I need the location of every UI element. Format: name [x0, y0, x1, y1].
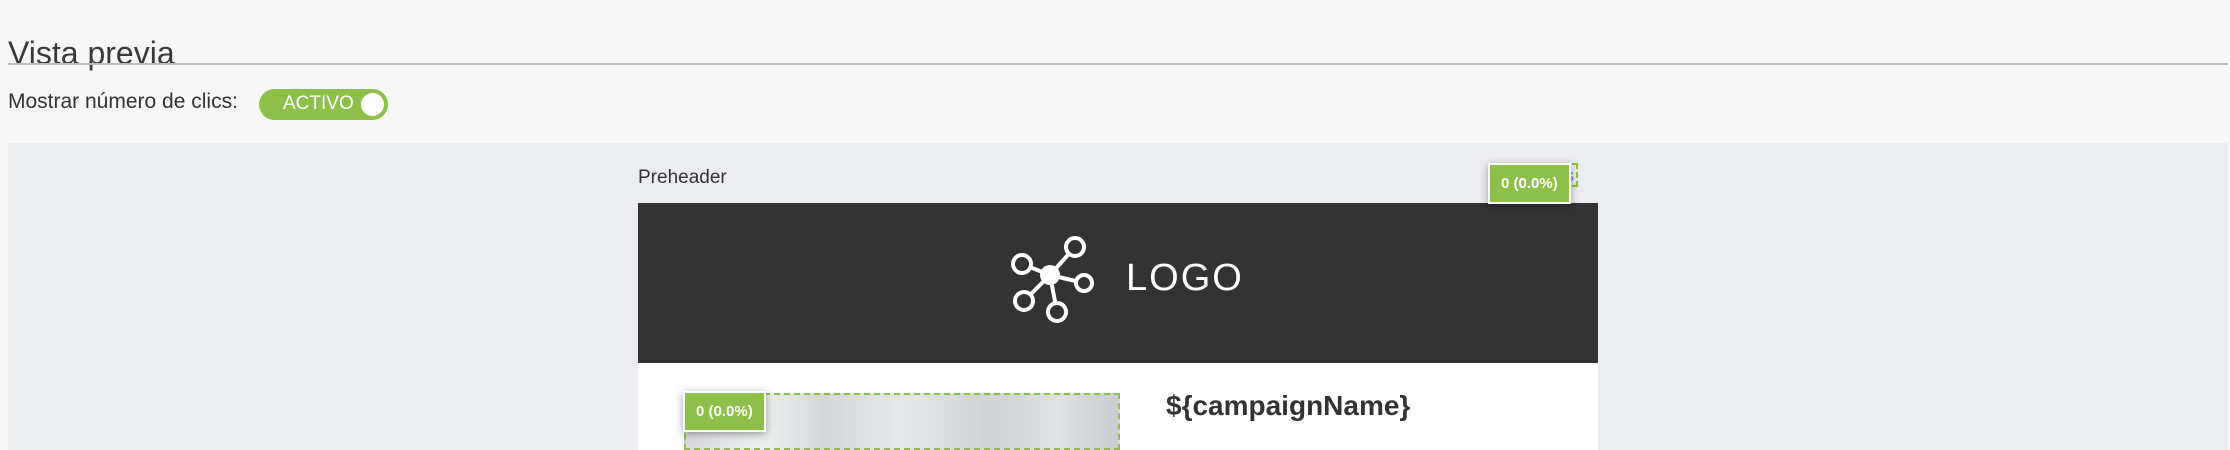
email-preview-area: Preheader ions LOGO ${campaignName} 0	[8, 143, 2228, 450]
click-count-badge: 0 (0.0%)	[1488, 163, 1571, 204]
email-header: LOGO	[638, 203, 1598, 363]
network-logo-icon	[1011, 236, 1094, 323]
preheader-text: Preheader	[638, 167, 727, 188]
toggle-knob	[361, 93, 384, 116]
show-clicks-toggle[interactable]: ACTIVO	[259, 89, 388, 120]
title-divider	[8, 63, 2228, 65]
logo-text: LOGO	[1126, 257, 1244, 299]
show-clicks-label: Mostrar número de clics:	[8, 90, 238, 113]
toggle-state-text: ACTIVO	[283, 93, 354, 114]
click-count-badge: 0 (0.0%)	[683, 391, 766, 432]
page-title: Vista previa	[8, 35, 175, 72]
campaign-name-heading: ${campaignName}	[1166, 390, 1411, 421]
email-body: ${campaignName}	[638, 363, 1598, 450]
